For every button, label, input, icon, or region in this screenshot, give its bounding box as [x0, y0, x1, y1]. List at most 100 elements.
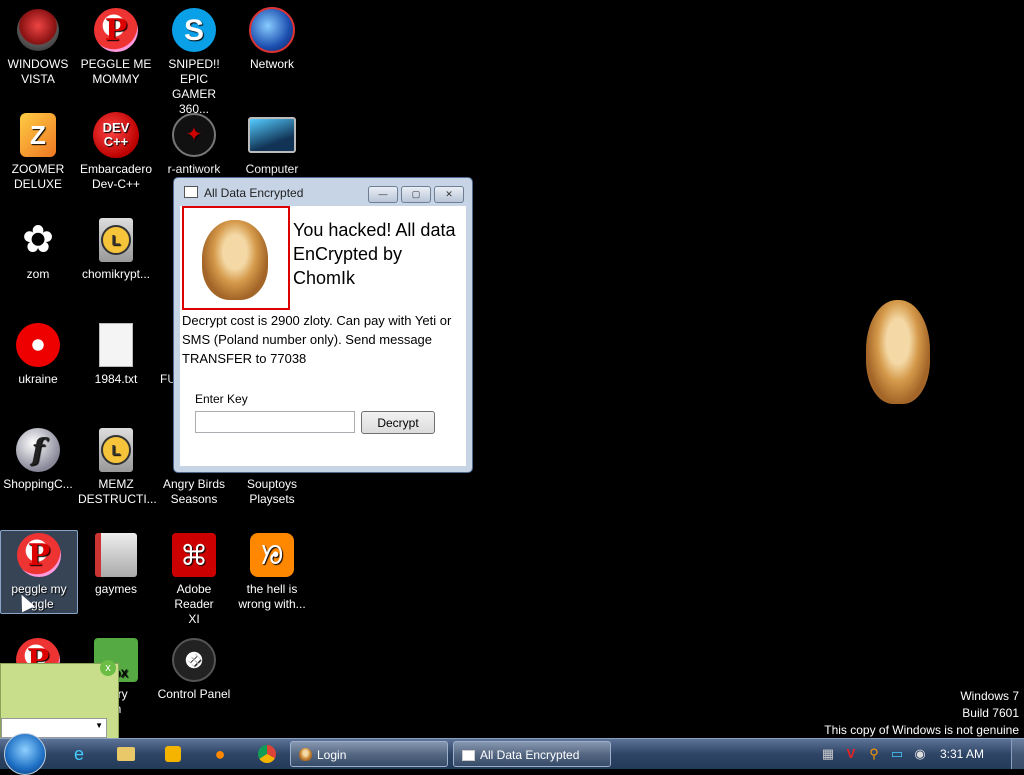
tray-app-icon[interactable]: ▦: [820, 746, 836, 762]
minimize-button[interactable]: —: [368, 186, 398, 203]
dev-cpp-icon: DEV C++: [92, 111, 140, 159]
show-desktop-button[interactable]: [1011, 739, 1024, 769]
peggle-icon: P: [92, 6, 140, 54]
desktop-icon-adobe-reader[interactable]: ⌘ Adobe Reader XI: [156, 531, 232, 627]
desktop-icon-zom[interactable]: ✿ zom: [0, 216, 76, 282]
hamster-image: [182, 206, 290, 310]
desktop-icon-label: ShoppingC...: [3, 477, 73, 491]
desktop-icon-memz[interactable]: MEMZ DESTRUCTI...: [78, 426, 157, 507]
desktop-icon-ukraine[interactable]: ukraine: [0, 321, 76, 387]
taskbar: e ● Login All Data Encrypted ▦ V ⚲ ▭ ◉ 3…: [0, 733, 1024, 775]
desktop-icon-label: Control Panel: [157, 687, 231, 701]
tray-monitor-icon[interactable]: ▭: [889, 746, 905, 762]
close-icon[interactable]: x: [100, 660, 116, 676]
ransom-headline: You hacked! All data EnCrypted by ChomIk: [293, 218, 466, 290]
ransom-dialog: All Data Encrypted — ▢ ✕ You hacked! All…: [173, 177, 473, 473]
desktop-icon-label: gaymes: [94, 582, 138, 596]
close-button[interactable]: ✕: [434, 186, 464, 203]
desktop-icon-label: zom: [26, 267, 50, 281]
computer-monitor-icon: [248, 111, 296, 159]
desktop-icon-label: r-antiwork: [167, 162, 221, 176]
taskbar-button-all-data-encrypted[interactable]: All Data Encrypted: [453, 741, 611, 767]
folder-icon: [92, 531, 140, 579]
desktop-icon-network[interactable]: Network: [234, 6, 310, 72]
maximize-button[interactable]: ▢: [401, 186, 431, 203]
headline-line-2: EnCrypted by ChomIk: [293, 244, 403, 288]
desktop-icon-label: PEGGLE ME MOMMY: [80, 57, 152, 86]
radiation-icon: [14, 321, 62, 369]
desktop-icon-peggle-me-mommy[interactable]: P PEGGLE ME MOMMY: [78, 6, 154, 87]
dialog-title: All Data Encrypted: [204, 186, 304, 200]
window-icon: [462, 750, 475, 761]
decrypt-button[interactable]: Decrypt: [361, 411, 435, 434]
desktop-icon-label: WINDOWS VISTA: [7, 57, 69, 86]
internet-explorer-icon[interactable]: e: [66, 742, 92, 766]
skype-icon: S: [170, 6, 218, 54]
desktop-icon-sniped[interactable]: S SNIPED!! EPIC GAMER 360...: [156, 6, 232, 117]
desktop-icon-control-panel[interactable]: ❖ Control Panel: [156, 636, 232, 702]
zoomer-icon: Z: [14, 111, 62, 159]
desktop-icon-gaymes[interactable]: gaymes: [78, 531, 154, 597]
desktop-icon-label: Computer: [245, 162, 299, 176]
hamster-picture: [202, 220, 268, 300]
desktop-icon-label: Embarcadero Dev-C++: [79, 162, 153, 191]
desktop-icon-label: Angry Birds Seasons: [162, 477, 226, 506]
desktop-icon-shoppingc[interactable]: f ShoppingC...: [0, 426, 76, 492]
key-input[interactable]: [195, 411, 355, 433]
control-panel-icon: ❖: [170, 636, 218, 684]
antiwork-icon: ✦: [170, 111, 218, 159]
desktop-icon-r-antiwork[interactable]: ✦ r-antiwork: [156, 111, 232, 177]
desktop-icon-label: Adobe Reader XI: [174, 582, 214, 626]
clock[interactable]: 3:31 AM: [940, 747, 984, 761]
desktop-icon-label: ZOOMER DELUXE: [11, 162, 65, 191]
enter-key-label: Enter Key: [195, 392, 248, 406]
hamster-sprite: [866, 300, 930, 404]
uc-browser-icon[interactable]: ●: [207, 742, 233, 766]
uc-browser-icon: ᘠ: [248, 531, 296, 579]
desktop-icon-label: SNIPED!! EPIC GAMER 360...: [168, 57, 220, 116]
desktop-icon-dev-cpp[interactable]: DEV C++ Embarcadero Dev-C++: [78, 111, 154, 192]
text-file-icon: [92, 321, 140, 369]
desktop-icon-label: the hell is wrong with...: [238, 582, 306, 611]
desktop-icon-label: Souptoys Playsets: [246, 477, 298, 506]
desktop-icon-label: chomikrypt...: [81, 267, 150, 281]
windows-vista-icon: [14, 6, 62, 54]
media-player-icon[interactable]: [160, 742, 186, 766]
green-window[interactable]: x ▼: [0, 660, 119, 740]
taskbar-button-login[interactable]: Login: [290, 741, 448, 767]
desktop-icon-peggle-my-eggle[interactable]: P peggle my eggle: [0, 530, 78, 614]
taskbar-button-label: All Data Encrypted: [480, 748, 580, 762]
desktop-icon-1984-txt[interactable]: 1984.txt: [78, 321, 154, 387]
tray-volume-icon[interactable]: ◉: [912, 746, 928, 762]
genuine-watermark: Windows 7 Build 7601 This copy of Window…: [824, 688, 1019, 739]
dialog-content: You hacked! All data EnCrypted by ChomIk…: [180, 206, 466, 466]
start-button[interactable]: [4, 733, 46, 775]
desktop-icon-zoomer-deluxe[interactable]: Z ZOOMER DELUXE: [0, 111, 76, 192]
taskbar-button-label: Login: [317, 748, 347, 762]
tray-v-icon[interactable]: V: [843, 746, 859, 762]
watermark-build: Build 7601: [962, 706, 1019, 720]
desktop-icon-the-hell[interactable]: ᘠ the hell is wrong with...: [234, 531, 310, 612]
peggle-icon: P: [15, 531, 63, 579]
desktop-icon-chomikrypt[interactable]: chomikrypt...: [78, 216, 154, 282]
watermark-genuine: This copy of Windows is not genuine: [824, 723, 1019, 737]
folder-icon[interactable]: [113, 742, 139, 766]
network-globe-icon: [248, 6, 296, 54]
adobe-reader-icon: ⌘: [170, 531, 218, 579]
watermark-os: Windows 7: [960, 689, 1019, 703]
flash-icon: f: [14, 426, 62, 474]
shortcut-file-icon: [92, 426, 140, 474]
desktop-icon-label: MEMZ DESTRUCTI...: [78, 477, 157, 506]
chevron-down-icon: ▼: [95, 721, 103, 730]
dialog-titlebar[interactable]: All Data Encrypted — ▢ ✕: [174, 178, 472, 206]
hamster-icon: [299, 748, 312, 761]
desktop-icon-label: ukraine: [18, 372, 58, 386]
desktop-icon-windows-vista[interactable]: WINDOWS VISTA: [0, 6, 76, 87]
desktop-icon-label: peggle my eggle: [11, 582, 67, 611]
window-icon: [184, 186, 198, 198]
desktop-icon-computer[interactable]: Computer: [234, 111, 310, 177]
tray-search-icon[interactable]: ⚲: [866, 746, 882, 762]
headline-line-1: You hacked! All data: [293, 220, 456, 240]
flower-icon: ✿: [22, 218, 54, 261]
chrome-icon[interactable]: [254, 742, 280, 766]
